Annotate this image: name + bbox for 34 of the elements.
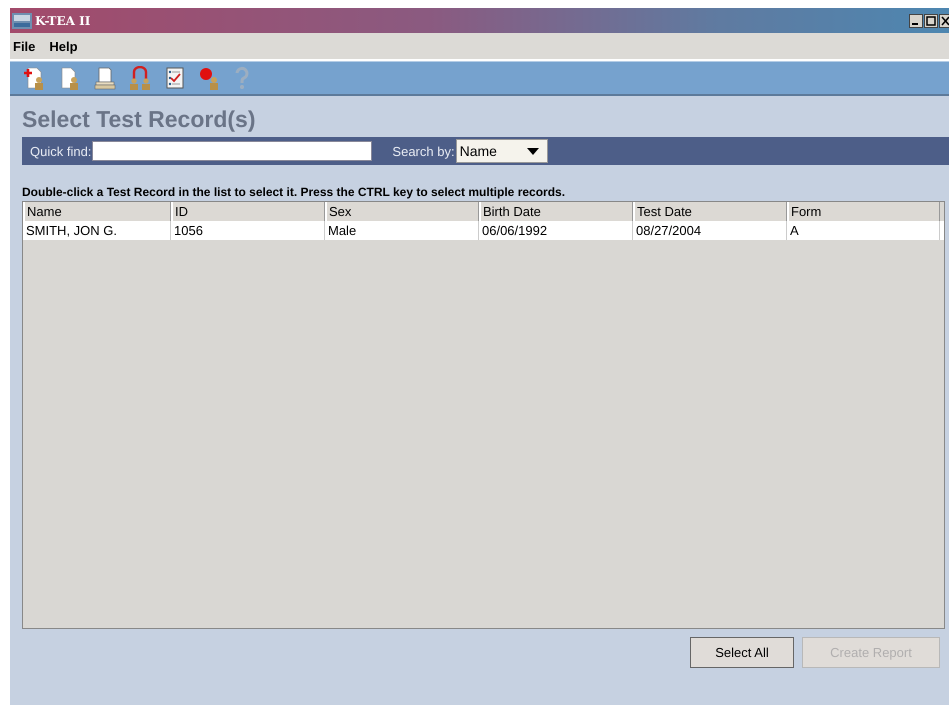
window-title: K-TEA II: [35, 14, 92, 28]
column-header[interactable]: Form: [787, 202, 940, 221]
quick-find-field[interactable]: [92, 141, 372, 161]
help-icon: [234, 66, 250, 90]
stop-person-icon: [199, 66, 221, 90]
people-link-icon: [129, 66, 151, 90]
page-heading: Select Test Record(s): [22, 106, 256, 133]
column-header[interactable]: Name: [23, 202, 171, 221]
app-icon: [12, 12, 32, 28]
column-header[interactable]: Sex: [325, 202, 479, 221]
minimize-icon[interactable]: [909, 14, 923, 28]
table-cell: 1056: [171, 221, 325, 240]
table-cell: 08/27/2004: [633, 221, 787, 240]
table-cell: 06/06/1992: [479, 221, 633, 240]
checklist-icon: [164, 66, 186, 90]
person-page-icon: [59, 66, 81, 90]
column-header[interactable]: Test Date: [633, 202, 787, 221]
select-all-button[interactable]: Select All: [690, 637, 794, 668]
table-cell: SMITH, JON G.: [23, 221, 171, 240]
maximize-icon[interactable]: [924, 14, 938, 28]
column-header[interactable]: ID: [171, 202, 325, 221]
column-header[interactable]: Birth Date: [479, 202, 633, 221]
instruction-text: Double-click a Test Record in the list to select it. Press the CTRL key to select multiple records.: [22, 185, 566, 199]
table-cell: Male: [325, 221, 479, 240]
close-icon[interactable]: [939, 14, 949, 28]
menu-item[interactable]: Help: [49, 38, 78, 54]
printer-icon: [94, 66, 116, 90]
search-by-dropdown[interactable]: Name: [456, 139, 548, 163]
table-cell: A: [787, 221, 940, 240]
dropdown-arrow-icon: [526, 148, 539, 154]
add-person-icon: [24, 66, 46, 90]
quick-find-label: Quick find:: [30, 144, 92, 158]
search-by-label: Search by:: [392, 144, 455, 158]
menu-item[interactable]: File: [13, 38, 36, 54]
